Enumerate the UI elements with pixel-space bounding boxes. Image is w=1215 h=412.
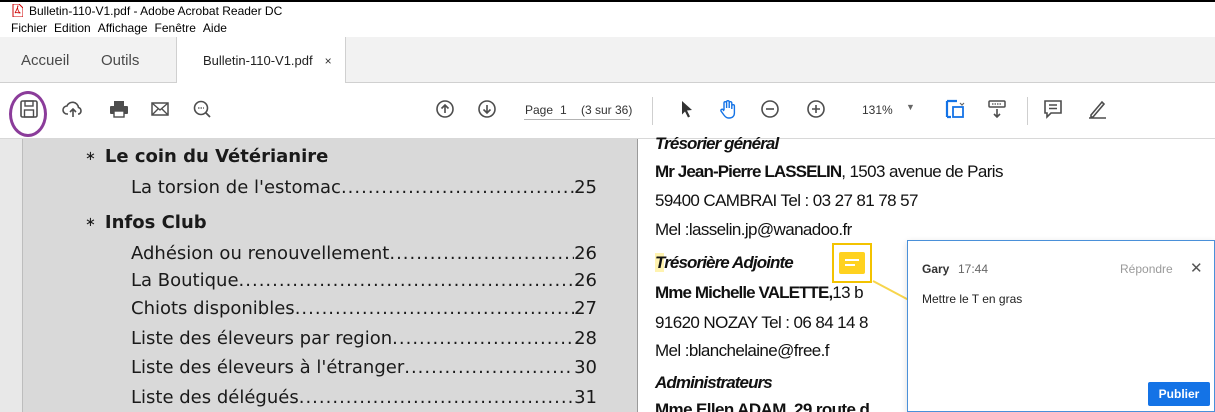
comment-icon[interactable]: [1041, 97, 1065, 121]
zoom-out-icon[interactable]: [758, 97, 782, 121]
email-icon[interactable]: [148, 97, 172, 121]
doc-heading-administrators: Administrateurs: [655, 373, 773, 392]
doc-text-line: Mr Jean-Pierre LASSELIN, 1503 avenue de …: [655, 162, 1003, 181]
close-comment-icon[interactable]: ✕: [1190, 259, 1203, 277]
doc-text-line: Mme Michelle VALETTE,13 b: [655, 283, 864, 302]
window-title-bar: Bulletin-110-V1.pdf - Adobe Acrobat Read…: [0, 0, 1215, 19]
hand-icon[interactable]: [716, 97, 740, 121]
select-icon[interactable]: [675, 97, 699, 121]
toc-entry[interactable]: Liste des éleveurs par region ..........…: [131, 328, 597, 349]
toolbar-separator: [1027, 97, 1028, 125]
zoom-dropdown-icon[interactable]: ▼: [906, 102, 915, 112]
zoom-in-icon[interactable]: [804, 97, 828, 121]
toc-entry[interactable]: Chiots disponibles .....................…: [131, 298, 597, 319]
doc-text-line: 59400 CAMBRAI Tel : 03 27 81 78 57: [655, 191, 918, 210]
menu-bar: Fichier Edition Affichage Fenêtre Aide: [0, 19, 1215, 37]
toc-entry[interactable]: La Boutique ............................…: [131, 270, 597, 291]
upload-icon[interactable]: [61, 97, 85, 121]
tab-document[interactable]: Bulletin-110-V1.pdf ×: [176, 37, 346, 84]
toc-entry[interactable]: Liste des délégués .....................…: [131, 387, 597, 408]
page-field-underline: [524, 119, 630, 120]
page-up-icon[interactable]: [433, 97, 457, 121]
print-icon[interactable]: [107, 97, 131, 121]
highlighted-letter: T: [655, 253, 665, 272]
fit-page-icon[interactable]: [943, 97, 967, 121]
tab-tools[interactable]: Outils: [101, 37, 161, 83]
page-label: Page: [525, 103, 554, 117]
page-count: (3 sur 36): [581, 103, 633, 117]
menu-view[interactable]: Affichage: [98, 21, 148, 35]
close-tab-icon[interactable]: ×: [325, 54, 332, 68]
highlight-pen-icon[interactable]: [1085, 97, 1109, 121]
navigation-pane-gutter[interactable]: [0, 139, 23, 412]
doc-text-line: Mme Ellen ADAM, 29 route d: [655, 400, 870, 412]
comment-time: 17:44: [958, 262, 989, 276]
toc-entry[interactable]: La torsion de l'estomac ................…: [131, 177, 597, 198]
tab-home[interactable]: Accueil: [21, 37, 81, 83]
sticky-note-icon[interactable]: [832, 243, 872, 283]
search-icon[interactable]: [190, 97, 214, 121]
menu-help[interactable]: Aide: [203, 21, 227, 35]
doc-heading-deputy-treasurer: Trésorière Adjointe: [655, 253, 794, 272]
doc-text-line: Mel :blanchelaine@free.f: [655, 341, 830, 360]
menu-file[interactable]: Fichier: [11, 21, 47, 35]
toc-heading: ∗ Le coin du Vétérianire: [85, 146, 329, 167]
pdf-file-icon: [12, 4, 23, 17]
tab-document-label: Bulletin-110-V1.pdf: [203, 53, 313, 68]
toc-heading: ∗ Infos Club: [85, 212, 207, 233]
publish-button[interactable]: Publier: [1148, 382, 1210, 406]
toc-entry[interactable]: Adhésion ou renouvellement .............…: [131, 243, 597, 264]
doc-text-line: 91620 NOZAY Tel : 06 84 14 8: [655, 313, 868, 332]
reply-link[interactable]: Répondre: [1120, 262, 1173, 276]
save-icon[interactable]: [17, 97, 41, 121]
page-down-icon[interactable]: [475, 97, 499, 121]
comment-text-field[interactable]: Mettre le T en gras: [922, 292, 1022, 306]
menu-edit[interactable]: Edition: [54, 21, 91, 35]
window-title: Bulletin-110-V1.pdf - Adobe Acrobat Read…: [29, 3, 283, 18]
menu-window[interactable]: Fenêtre: [155, 21, 196, 35]
toc-entry[interactable]: Liste des éleveurs à l'étranger ........…: [131, 357, 597, 378]
toolbar-separator: [652, 97, 653, 125]
doc-text-line: Mel :lasselin.jp@wanadoo.fr: [655, 220, 852, 239]
tab-bar: Accueil Outils Bulletin-110-V1.pdf ×: [0, 37, 1215, 84]
toolbar: Page 1 (3 sur 36) 131% ▼: [0, 83, 1215, 139]
scroll-mode-icon[interactable]: [985, 97, 1009, 121]
comment-author: Gary: [922, 262, 950, 276]
comment-popup: Gary 17:44 Répondre ✕ Mettre le T en gra…: [907, 240, 1215, 412]
zoom-level[interactable]: 131%: [862, 103, 893, 117]
page-number-input[interactable]: 1: [560, 103, 567, 117]
doc-heading-treasurer: Trésorier général: [655, 134, 779, 153]
